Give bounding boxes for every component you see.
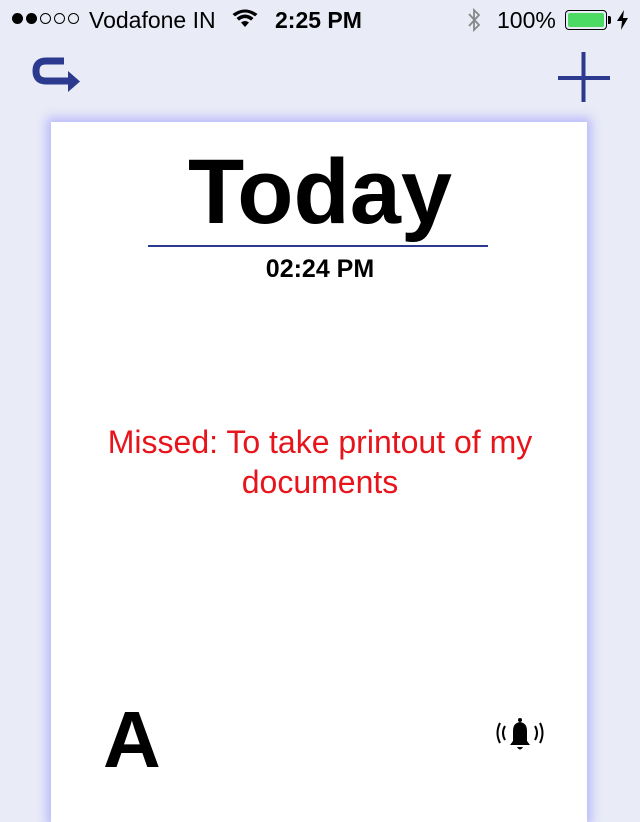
page-title: Today — [187, 141, 453, 243]
add-icon[interactable] — [556, 52, 612, 104]
font-size-button[interactable]: A — [103, 700, 161, 780]
loop-back-icon[interactable] — [30, 52, 84, 100]
battery-percentage: 100% — [497, 7, 556, 33]
battery-tip — [608, 16, 611, 24]
charging-icon — [617, 10, 629, 36]
title-underline — [148, 245, 488, 247]
battery-icon — [565, 10, 607, 30]
missed-reminder-text: Missed: To take printout of my documents — [107, 424, 533, 500]
signal-strength-icon — [12, 13, 79, 24]
carrier-name: Vodafone IN — [89, 7, 216, 33]
status-bar: Vodafone IN 2:25 PM 100% — [0, 0, 640, 40]
bluetooth-icon — [466, 7, 482, 39]
reminder-time[interactable]: 02:24 PM — [0, 255, 640, 284]
bell-ringing-icon[interactable] — [494, 715, 546, 755]
wifi-icon — [232, 9, 258, 35]
status-time: 2:25 PM — [275, 7, 362, 33]
